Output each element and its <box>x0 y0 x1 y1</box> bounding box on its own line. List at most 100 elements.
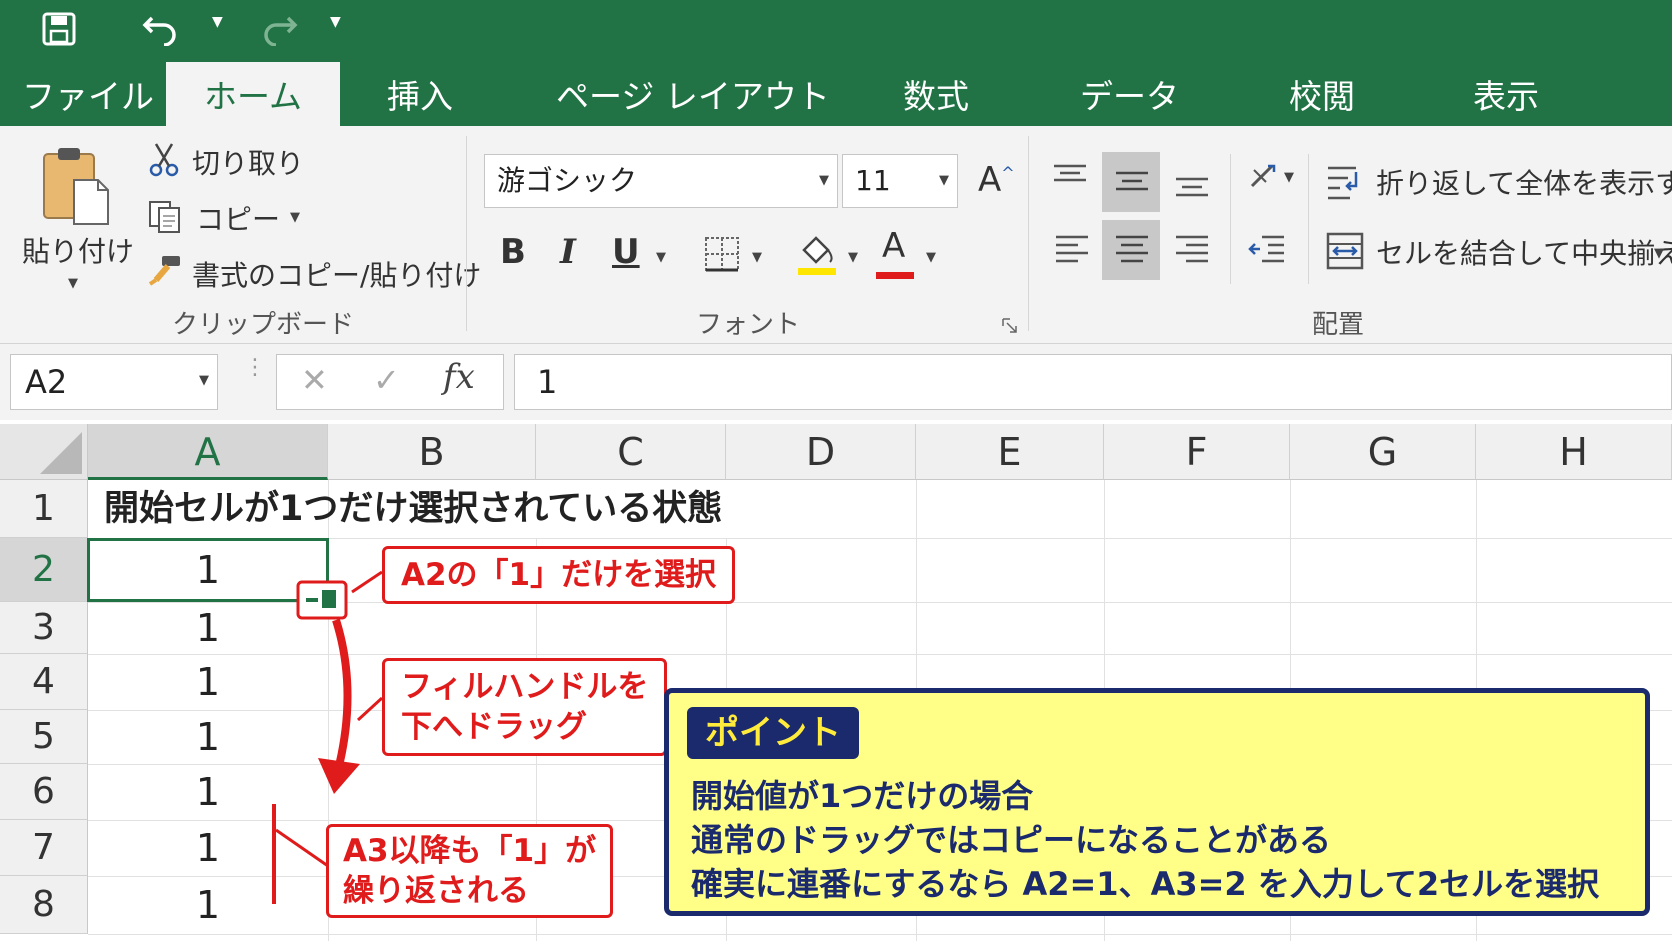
column-header-g[interactable]: G <box>1290 424 1476 480</box>
redo-icon[interactable] <box>262 12 298 50</box>
font-color-button[interactable]: A <box>882 226 905 266</box>
column-header-f[interactable]: F <box>1104 424 1290 480</box>
group-separator <box>466 136 467 331</box>
clipboard-group-label: クリップボード <box>172 310 355 340</box>
align-right-icon[interactable] <box>1174 234 1210 268</box>
cut-label[interactable]: 切り取り <box>192 142 304 182</box>
font-color-letter: A <box>882 226 906 266</box>
cancel-icon[interactable]: ✕ <box>301 361 328 399</box>
check-icon[interactable]: ✓ <box>373 361 400 399</box>
chevron-down-icon[interactable]: ▼ <box>939 155 949 207</box>
underline-dropdown-icon[interactable]: ▼ <box>656 250 666 265</box>
callout-drag-line2: 下へドラッグ <box>401 709 587 745</box>
cell-a4[interactable]: 1 <box>88 654 328 710</box>
row-header-4[interactable]: 4 <box>0 654 88 710</box>
tab-formulas[interactable]: 数式 <box>898 62 974 126</box>
grow-font-button[interactable]: A^ <box>978 160 1015 200</box>
name-box[interactable]: A2 ▼ <box>10 354 218 410</box>
callout-pointer <box>356 696 384 722</box>
column-header-h[interactable]: H <box>1476 424 1672 480</box>
row-header-8[interactable]: 8 <box>0 876 88 934</box>
decrease-indent-icon[interactable] <box>1248 234 1286 270</box>
tab-view[interactable]: 表示 <box>1468 62 1544 126</box>
copy-label[interactable]: コピー <box>196 198 280 238</box>
middle-align-icon[interactable] <box>1114 170 1150 196</box>
row-header-5[interactable]: 5 <box>0 710 88 764</box>
bottom-align-icon[interactable] <box>1174 176 1210 202</box>
callout-drag: フィルハンドルを 下へドラッグ <box>382 658 668 756</box>
column-header-d[interactable]: D <box>726 424 916 480</box>
row-header-1[interactable]: 1 <box>0 480 88 538</box>
cell-a8[interactable]: 1 <box>88 876 328 934</box>
fill-color-icon[interactable] <box>796 230 838 280</box>
insert-function-icon[interactable]: fx <box>443 357 475 397</box>
formula-bar-splitter[interactable]: ⋮ <box>244 357 266 402</box>
chevron-down-icon[interactable]: ▼ <box>819 155 829 207</box>
align-left-icon[interactable] <box>1054 234 1090 268</box>
select-all-corner[interactable] <box>0 424 88 480</box>
tab-review[interactable]: 校閲 <box>1284 62 1360 126</box>
tab-insert[interactable]: 挿入 <box>380 62 460 126</box>
customize-quick-access-icon[interactable]: ▼ <box>330 14 341 30</box>
alignment-group-label: 配置 <box>1312 310 1365 340</box>
wrap-text-label[interactable]: 折り返して全体を表示する <box>1376 162 1672 202</box>
orientation-icon[interactable] <box>1246 156 1286 200</box>
italic-button[interactable]: I <box>560 232 576 272</box>
column-header-a[interactable]: A <box>88 424 328 480</box>
copy-icon[interactable] <box>148 200 182 238</box>
font-size-value: 11 <box>855 164 891 197</box>
format-painter-label[interactable]: 書式のコピー/貼り付け <box>192 254 481 294</box>
borders-dropdown-icon[interactable]: ▼ <box>752 250 762 265</box>
copy-dropdown-icon[interactable]: ▼ <box>290 210 300 225</box>
merge-center-label[interactable]: セルを結合して中央揃え <box>1376 232 1672 272</box>
borders-icon[interactable] <box>704 236 740 276</box>
align-center-icon[interactable] <box>1114 234 1150 268</box>
chevron-down-icon[interactable]: ▼ <box>199 373 209 388</box>
paste-dropdown-icon[interactable]: ▼ <box>68 276 78 291</box>
cell-a6[interactable]: 1 <box>88 764 328 820</box>
wrap-text-icon[interactable] <box>1326 164 1364 208</box>
merge-center-icon[interactable] <box>1326 232 1364 274</box>
row-header-2[interactable]: 2 <box>0 538 88 602</box>
fill-color-dropdown-icon[interactable]: ▼ <box>848 250 858 265</box>
group-separator <box>1028 136 1029 331</box>
merge-center-dropdown-icon[interactable]: ▼ <box>1654 246 1664 261</box>
save-icon[interactable] <box>42 12 76 50</box>
bold-button[interactable]: B <box>500 232 526 272</box>
formula-input[interactable]: 1 <box>514 354 1672 410</box>
tab-home[interactable]: ホーム <box>166 62 340 126</box>
row-header-7[interactable]: 7 <box>0 820 88 876</box>
tab-file[interactable]: ファイル <box>22 62 154 126</box>
font-name-combo[interactable]: 游ゴシック ▼ <box>484 154 838 208</box>
callout-pointer <box>351 570 383 594</box>
cell-a1[interactable]: 開始セルが1つだけ選択されている状態 <box>104 484 722 534</box>
column-header-e[interactable]: E <box>916 424 1104 480</box>
cell-a5[interactable]: 1 <box>88 710 328 764</box>
title-bar: ▼ ▼ <box>0 0 1672 62</box>
point-line-3: 確実に連番にするなら A2=1、A3=2 を入力して2セルを選択 <box>691 865 1600 903</box>
cell-a3[interactable]: 1 <box>88 602 328 654</box>
row-header-6[interactable]: 6 <box>0 764 88 820</box>
ribbon-tabs: ファイル ホーム 挿入 ページ レイアウト 数式 データ 校閲 表示 <box>0 62 1672 126</box>
tab-data[interactable]: データ <box>1080 62 1179 126</box>
point-title: ポイント <box>687 707 859 759</box>
paste-icon[interactable] <box>40 144 114 232</box>
dialog-launcher-icon[interactable] <box>1002 318 1018 338</box>
font-color-dropdown-icon[interactable]: ▼ <box>926 250 936 265</box>
scissors-icon[interactable] <box>148 142 180 182</box>
callout-repeat-line1: A3以降も「1」が <box>343 833 597 869</box>
column-header-b[interactable]: B <box>328 424 536 480</box>
cell-a7[interactable]: 1 <box>88 820 328 876</box>
column-header-c[interactable]: C <box>536 424 726 480</box>
top-align-icon[interactable] <box>1052 164 1088 188</box>
paste-label[interactable]: 貼り付け <box>22 230 134 270</box>
tab-page-layout[interactable]: ページ レイアウト <box>556 62 830 126</box>
undo-dropdown-icon[interactable]: ▼ <box>212 14 223 30</box>
row-header-3[interactable]: 3 <box>0 602 88 654</box>
font-size-combo[interactable]: 11 ▼ <box>842 154 958 208</box>
formula-bar: A2 ▼ ⋮ ✕ ✓ fx 1 <box>0 344 1672 420</box>
format-painter-icon[interactable] <box>148 254 182 290</box>
undo-icon[interactable] <box>142 12 178 50</box>
underline-button[interactable]: U <box>612 232 640 272</box>
orientation-dropdown-icon[interactable]: ▼ <box>1284 170 1294 185</box>
